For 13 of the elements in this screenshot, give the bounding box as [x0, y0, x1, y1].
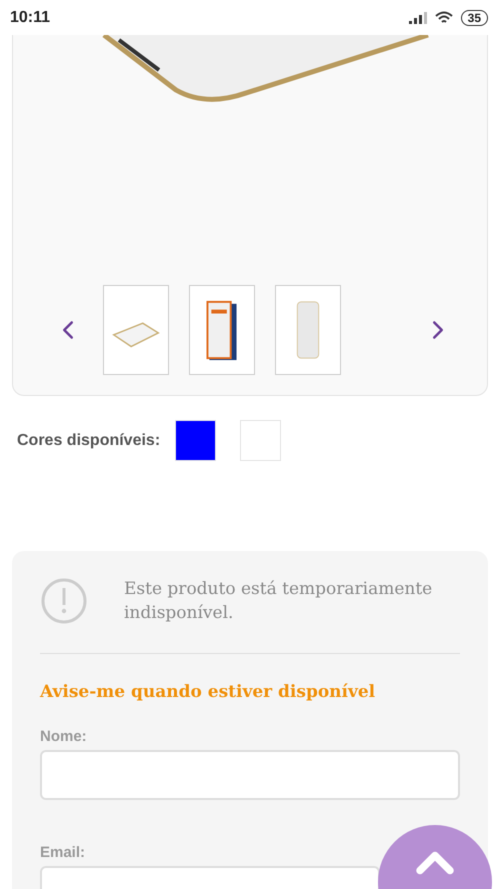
battery-indicator: 35: [460, 10, 488, 26]
color-swatch[interactable]: [175, 420, 216, 461]
exclamation-icon: [40, 577, 88, 625]
field-label: Email:: [40, 844, 86, 861]
color-swatch[interactable]: [240, 420, 281, 461]
input-field[interactable]: [40, 750, 460, 800]
unavailable-message: Este produto está temporariamente indisponível.: [124, 578, 434, 625]
wifi-icon: [434, 10, 453, 24]
status-time: 10:11: [10, 8, 50, 26]
notify-heading: Avise-me quando estiver disponível: [40, 682, 376, 702]
signal-icon: [408, 12, 427, 24]
colors-label: Cores disponíveis:: [17, 432, 162, 450]
field-label: Nome:: [40, 728, 88, 745]
